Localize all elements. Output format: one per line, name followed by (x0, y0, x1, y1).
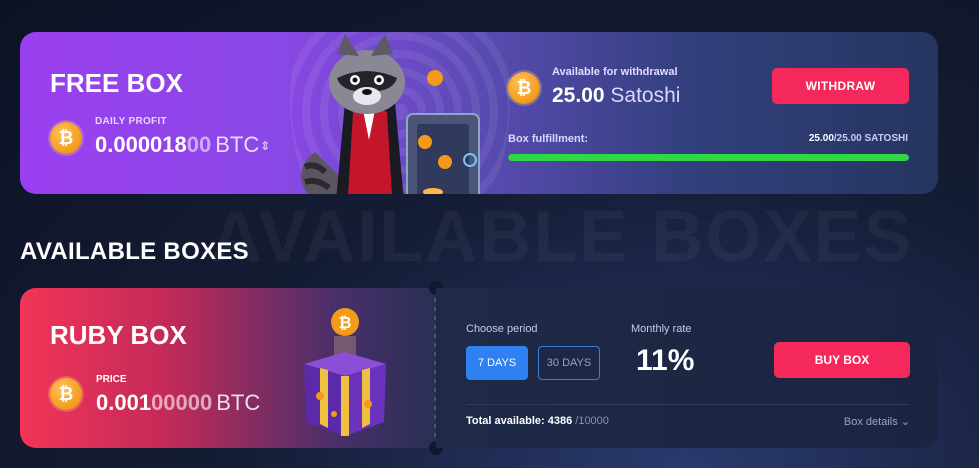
free-box-title: FREE BOX (50, 68, 183, 98)
available-unit: Satoshi (610, 84, 681, 107)
daily-profit-value: 0.00001800 BTC⇕ (95, 132, 270, 158)
period-7-days-button[interactable]: 7 DAYS (466, 346, 528, 380)
box-details-link[interactable]: Box details ⌄ (844, 415, 910, 428)
gift-box-illustration: ₿ (304, 308, 386, 436)
fulfillment-current: 25.00 (808, 133, 834, 144)
ruby-box-left-panel: RUBY BOX ₿ PRICE 0.00100000 BTC ₿ (20, 288, 436, 448)
daily-profit-label: DAILY PROFIT (95, 116, 167, 127)
price-value: 0.00100000 BTC (96, 390, 260, 416)
total-available-max: /10000 (575, 415, 609, 427)
box-details-label: Box details (843, 416, 898, 428)
divider (466, 404, 910, 405)
price-label: PRICE (96, 374, 127, 385)
box-fulfillment-progress-bar (508, 154, 909, 161)
available-for-withdrawal-label: Available for withdrawal (552, 66, 678, 78)
available-for-withdrawal-value: 25.00 Satoshi (552, 84, 680, 108)
fulfillment-total: /25.00 SATOSHI (833, 133, 908, 144)
price-trailing-digits: 00000 (151, 390, 213, 415)
ruby-box-card: RUBY BOX ₿ PRICE 0.00100000 BTC ₿ Choose … (20, 281, 938, 455)
monthly-rate-value: 11% (636, 344, 695, 377)
price-unit: BTC (216, 390, 261, 415)
buy-box-button[interactable]: BUY BOX (774, 342, 910, 378)
raccoon-mascot-illustration (301, 34, 480, 194)
monthly-rate-label: Monthly rate (631, 323, 692, 335)
daily-profit-digits: 0.000018 (95, 132, 187, 157)
daily-profit-unit: BTC (215, 132, 260, 157)
total-available-label: Total available: (466, 415, 545, 427)
available-amount: 25.00 (552, 84, 605, 107)
bitcoin-coin-icon: ₿ (50, 122, 82, 154)
total-available-count: 4386 (547, 415, 573, 427)
up-down-arrows-icon[interactable]: ⇕ (260, 139, 270, 153)
available-boxes-heading: AVAILABLE BOXES (20, 238, 249, 265)
box-fulfillment-label: Box fulfillment: (508, 133, 589, 145)
box-fulfillment-value: 25.00/25.00 SATOSHI (809, 133, 908, 144)
total-available: Total available: 4386 /10000 (466, 415, 609, 427)
background-watermark: AVAILABLE BOXES (210, 196, 913, 278)
free-box-card: FREE BOX ₿ DAILY PROFIT 0.00001800 BTC⇕ ₿ (20, 32, 938, 194)
bitcoin-coin-icon: ₿ (50, 378, 82, 410)
period-30-days-button[interactable]: 30 DAYS (538, 346, 600, 380)
price-digits: 0.001 (96, 390, 152, 415)
withdraw-button[interactable]: WITHDRAW (772, 68, 909, 104)
chevron-down-icon: ⌄ (900, 416, 910, 428)
bitcoin-coin-icon: ₿ (508, 72, 540, 104)
ruby-box-title: RUBY BOX (50, 320, 187, 350)
daily-profit-trailing-digits: 00 (186, 132, 212, 157)
svg-text:₿: ₿ (338, 314, 351, 332)
choose-period-label: Choose period (466, 323, 538, 335)
progress-fill (508, 154, 909, 161)
